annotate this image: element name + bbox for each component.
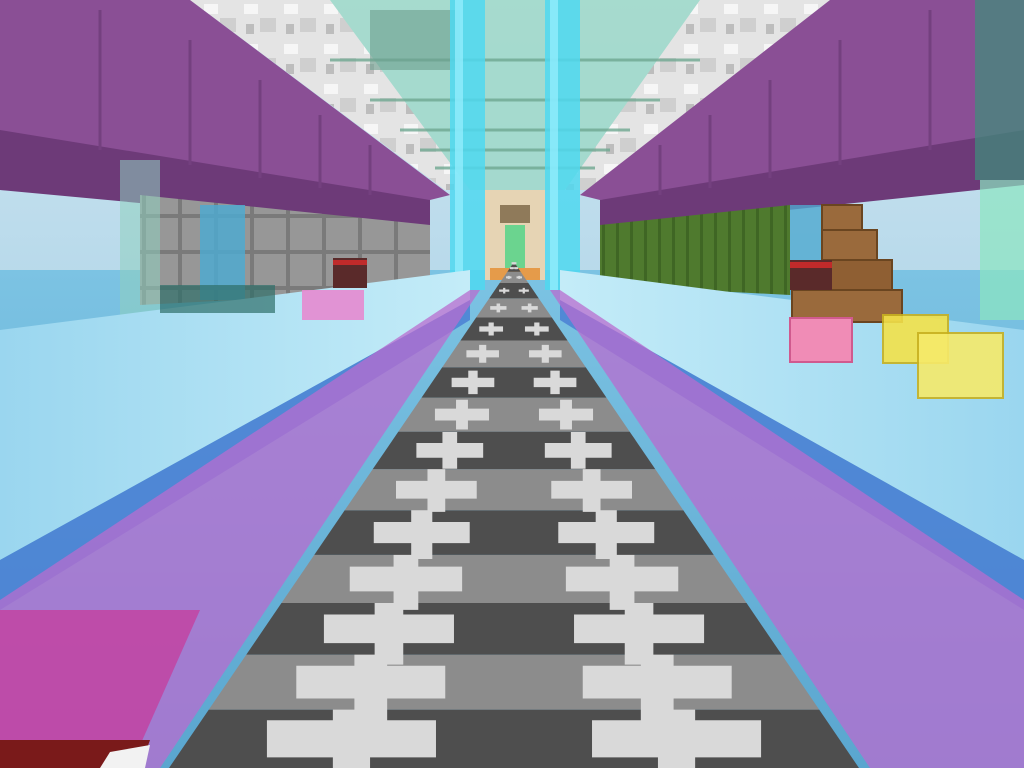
runway-tile <box>460 317 568 341</box>
dark-glass-left <box>160 285 275 313</box>
plus-mark-icon <box>512 262 517 265</box>
scene-svg <box>0 0 1024 768</box>
runway-tile <box>398 397 630 432</box>
game-viewport[interactable] <box>0 0 1024 768</box>
ceiling-window <box>370 10 460 70</box>
plus-mark-icon <box>514 267 519 270</box>
runway-tile <box>442 340 586 368</box>
runway-tile <box>344 469 684 511</box>
runway-tile <box>476 298 552 318</box>
crate-icon <box>821 204 863 231</box>
plus-mark-icon <box>509 267 514 270</box>
runway-tile <box>421 367 607 398</box>
pink-block-icon <box>789 317 853 363</box>
pink-sign <box>302 290 364 320</box>
runway-tile <box>372 431 656 470</box>
